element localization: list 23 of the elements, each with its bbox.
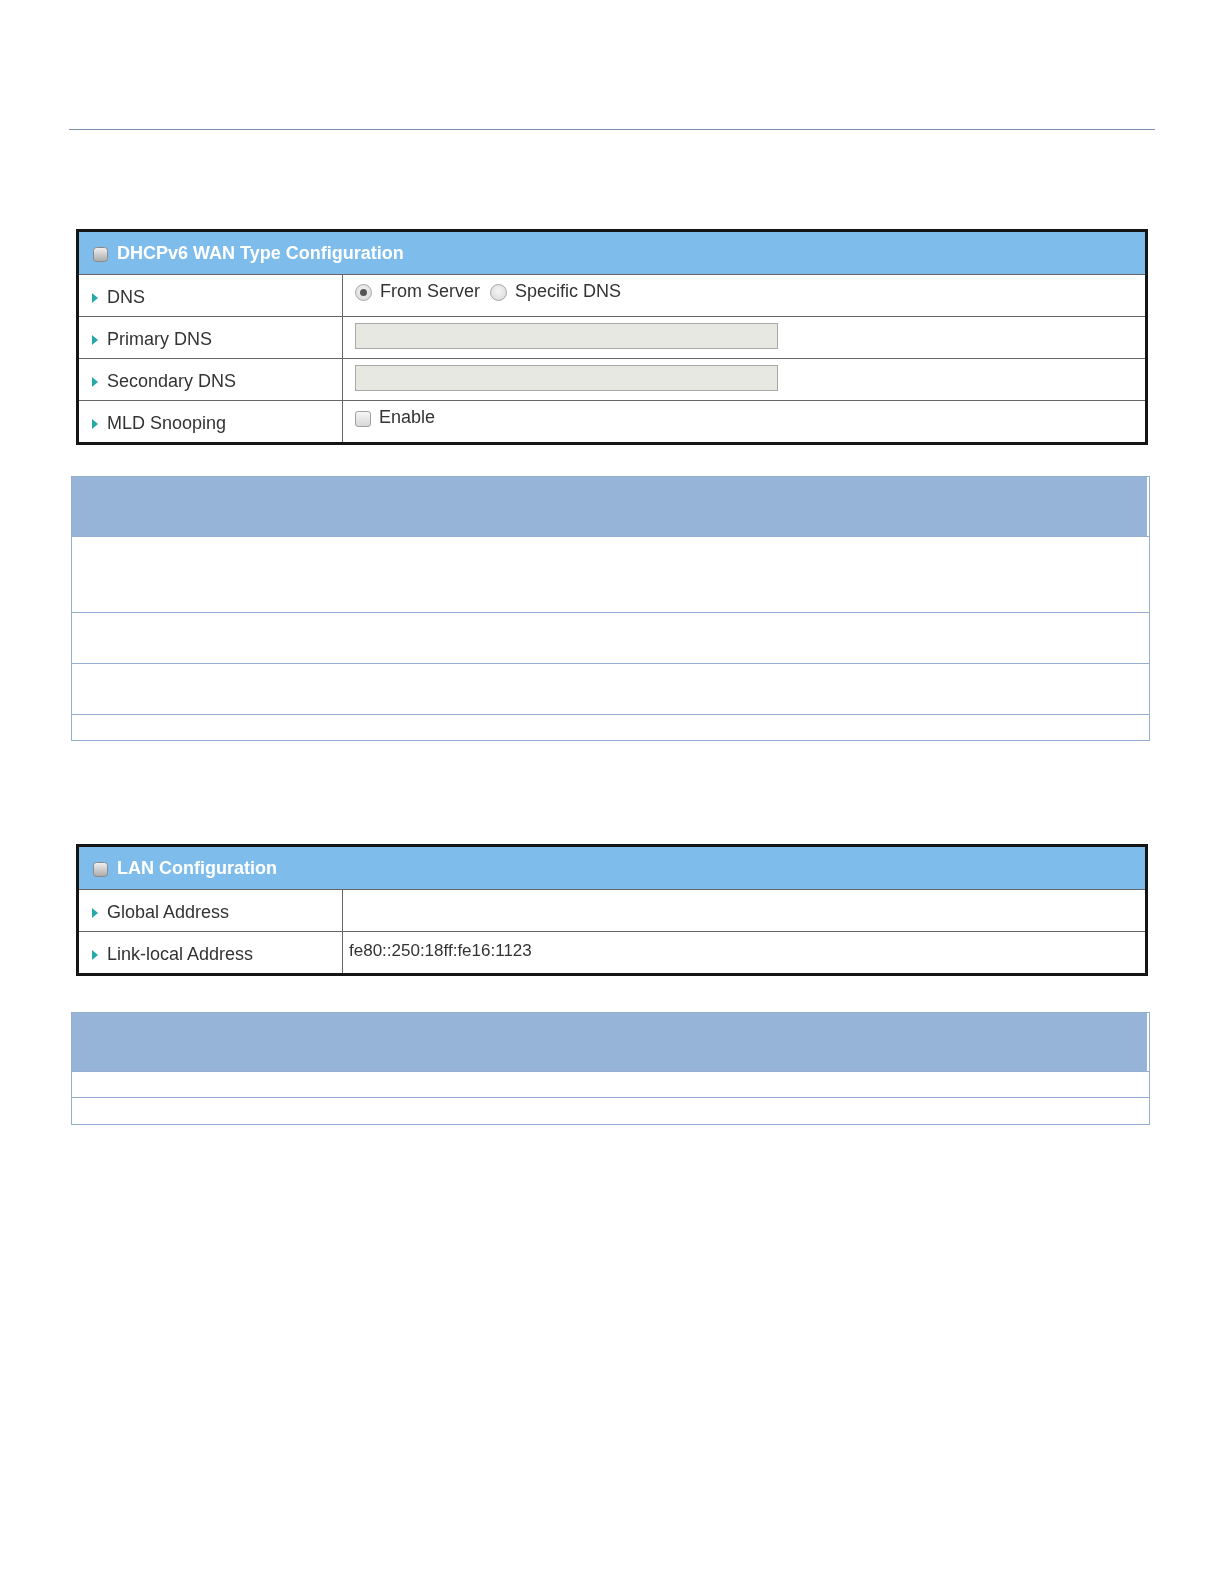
field-label: Link-local Address <box>107 944 254 965</box>
field-label: MLD Snooping <box>107 413 227 434</box>
field-label: Secondary DNS <box>107 371 237 392</box>
radio-label[interactable]: Specific DNS <box>515 280 622 302</box>
triangle-icon <box>92 418 98 429</box>
panel-title: DHCPv6 WAN Type Configuration <box>117 242 404 264</box>
field-label: DNS <box>107 287 145 308</box>
square-icon <box>93 247 108 262</box>
triangle-icon <box>92 292 98 303</box>
triangle-icon <box>92 949 98 960</box>
radio-button[interactable] <box>355 283 372 301</box>
field-label: Global Address <box>107 902 230 923</box>
checkbox[interactable] <box>355 411 371 427</box>
triangle-icon <box>92 907 98 918</box>
field-label: Primary DNS <box>107 329 212 350</box>
radio-label[interactable]: From Server <box>380 280 480 302</box>
checkbox-label[interactable]: Enable <box>379 406 436 428</box>
radio-button[interactable] <box>490 283 507 301</box>
panel-title: LAN Configuration <box>117 857 277 879</box>
triangle-icon <box>92 334 98 345</box>
triangle-icon <box>92 376 98 387</box>
address-value: fe80::250:18ff:fe16:1123 <box>349 940 532 961</box>
square-icon <box>93 862 108 877</box>
